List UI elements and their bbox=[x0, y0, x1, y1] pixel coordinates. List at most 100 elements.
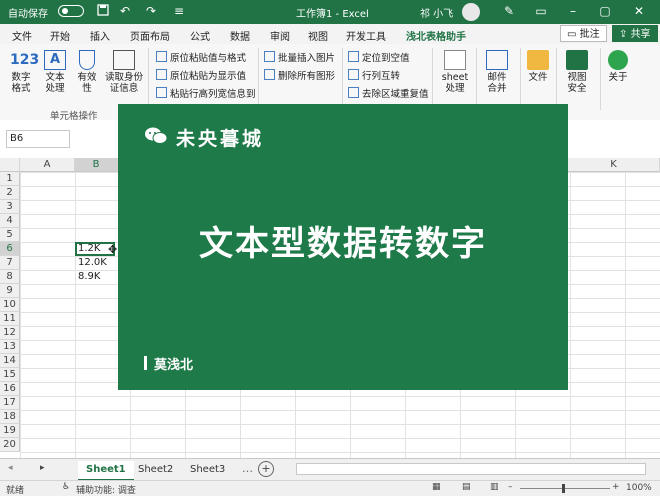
undo-icon[interactable]: ↶ bbox=[118, 4, 132, 18]
row-header[interactable]: 10 bbox=[0, 298, 20, 312]
view-security-button[interactable]: 视图安全 bbox=[560, 50, 594, 94]
zoom-slider-thumb[interactable] bbox=[562, 484, 565, 493]
column-header-k[interactable]: K bbox=[568, 158, 660, 172]
status-ready: 就绪 bbox=[6, 486, 25, 496]
tab-developer[interactable]: 开发工具 bbox=[346, 28, 386, 43]
chat-icon bbox=[608, 50, 628, 70]
title-bar: 自动保存 ↶ ↷ ≡ 工作簿1 - Excel 祁 小飞 ✎ ▭ – ▢ ✕ bbox=[0, 0, 660, 24]
column-header-a[interactable]: A bbox=[20, 158, 75, 172]
select-all-corner[interactable] bbox=[0, 158, 20, 172]
row-header[interactable]: 12 bbox=[0, 326, 20, 340]
row-header[interactable]: 13 bbox=[0, 340, 20, 354]
locate-icon bbox=[348, 51, 359, 62]
horizontal-scrollbar[interactable] bbox=[296, 463, 646, 475]
row-header[interactable]: 15 bbox=[0, 368, 20, 382]
text-icon: A bbox=[44, 50, 66, 70]
row-header[interactable]: 18 bbox=[0, 410, 20, 424]
comment-icon: ▭ bbox=[567, 29, 580, 40]
name-box[interactable]: B6 bbox=[6, 130, 70, 148]
page-break-view-icon[interactable]: ▥ bbox=[490, 482, 499, 492]
row-header[interactable]: 16 bbox=[0, 382, 20, 396]
sheet-tab-3[interactable]: Sheet3 bbox=[182, 461, 233, 479]
tab-file[interactable]: 文件 bbox=[12, 28, 32, 43]
row-header[interactable]: 1 bbox=[0, 172, 20, 186]
remove-dup-button[interactable]: 去除区域重复值 bbox=[348, 86, 429, 100]
normal-view-icon[interactable]: ▦ bbox=[432, 482, 441, 492]
cell-b7[interactable]: 12.0K bbox=[75, 256, 107, 270]
page-layout-view-icon[interactable]: ▤ bbox=[462, 482, 471, 492]
sheet-process-button[interactable]: sheet处理 bbox=[440, 50, 470, 94]
tab-formulas[interactable]: 公式 bbox=[190, 28, 210, 43]
accessibility-status[interactable]: 辅助功能: 调查 bbox=[76, 483, 136, 496]
scroll-right-icon[interactable]: ▸ bbox=[40, 463, 45, 473]
locate-empty-button[interactable]: 定位到空值 bbox=[348, 50, 410, 64]
row-col-swap-button[interactable]: 行列互转 bbox=[348, 68, 400, 82]
cursor-plus-icon: ✥ bbox=[108, 243, 118, 256]
column-header-b[interactable]: B bbox=[75, 158, 118, 172]
row-header[interactable]: 3 bbox=[0, 200, 20, 214]
paste-icon bbox=[156, 51, 167, 62]
zoom-in-icon[interactable]: + bbox=[612, 482, 620, 492]
zoom-slider[interactable] bbox=[520, 488, 610, 489]
author-name: 莫浅北 bbox=[154, 358, 194, 373]
accessibility-icon: ♿ bbox=[62, 482, 71, 492]
file-button[interactable]: 文件 bbox=[524, 50, 552, 83]
about-button[interactable]: 关于 bbox=[604, 50, 632, 83]
validity-button[interactable]: 有效性 bbox=[74, 50, 100, 94]
paste-display-button[interactable]: 原位粘贴为显示值 bbox=[156, 68, 246, 82]
text-process-button[interactable]: A 文本处理 bbox=[40, 50, 70, 94]
comment-button[interactable]: ▭ 批注 bbox=[560, 25, 607, 42]
row-header[interactable]: 14 bbox=[0, 354, 20, 368]
minimize-icon[interactable]: – bbox=[566, 4, 580, 18]
maximize-icon[interactable]: ▢ bbox=[598, 4, 612, 18]
email-merge-button[interactable]: 邮件合并 bbox=[480, 50, 514, 94]
row-header[interactable]: 5 bbox=[0, 228, 20, 242]
paste-row-height-button[interactable]: 粘贴行高列宽信息到 bbox=[156, 86, 256, 100]
share-icon: ⇪ bbox=[619, 29, 631, 40]
title-card: 未央暮城 文本型数据转数字 莫浅北 bbox=[118, 104, 568, 390]
zoom-level[interactable]: 100% bbox=[626, 483, 652, 493]
number-format-button[interactable]: 123 数字格式 bbox=[6, 50, 40, 94]
number-format-icon: 123 bbox=[10, 52, 40, 68]
paste-value-format-button[interactable]: 原位粘贴值与格式 bbox=[156, 50, 246, 64]
tab-page-layout[interactable]: 页面布局 bbox=[130, 28, 170, 43]
row-header[interactable]: 17 bbox=[0, 396, 20, 410]
insert-images-button[interactable]: 批量插入图片 bbox=[264, 50, 335, 64]
customize-icon[interactable]: ≡ bbox=[172, 4, 186, 18]
row-header[interactable]: 20 bbox=[0, 438, 20, 452]
zoom-out-icon[interactable]: – bbox=[508, 482, 513, 492]
row-header[interactable]: 4 bbox=[0, 214, 20, 228]
read-id-button[interactable]: 读取身份证信息 bbox=[104, 50, 144, 94]
row-header[interactable]: 2 bbox=[0, 186, 20, 200]
autosave-toggle[interactable] bbox=[58, 5, 84, 17]
avatar[interactable] bbox=[462, 3, 480, 21]
sheet-tab-2[interactable]: Sheet2 bbox=[130, 461, 181, 479]
tab-qianbei-helper[interactable]: 浅北表格助手 bbox=[404, 28, 468, 48]
close-icon[interactable]: ✕ bbox=[632, 4, 646, 18]
row-header[interactable]: 9 bbox=[0, 284, 20, 298]
tab-home[interactable]: 开始 bbox=[50, 28, 70, 43]
row-header[interactable]: 6 bbox=[0, 242, 20, 256]
row-header[interactable]: 11 bbox=[0, 312, 20, 326]
ribbon-display-icon[interactable]: ▭ bbox=[534, 4, 548, 18]
row-header[interactable]: 7 bbox=[0, 256, 20, 270]
tab-data[interactable]: 数据 bbox=[230, 28, 250, 43]
more-sheets-icon[interactable]: … bbox=[242, 462, 253, 475]
share-button[interactable]: ⇪ 共享 bbox=[612, 25, 658, 42]
add-sheet-icon[interactable]: + bbox=[258, 461, 274, 477]
tab-view[interactable]: 视图 bbox=[308, 28, 328, 43]
cell-b6[interactable]: 1.2K bbox=[75, 242, 100, 256]
row-header[interactable]: 19 bbox=[0, 424, 20, 438]
save-icon[interactable] bbox=[96, 4, 110, 18]
tab-review[interactable]: 审阅 bbox=[270, 28, 290, 43]
row-header[interactable]: 8 bbox=[0, 270, 20, 284]
user-name: 祁 小飞 bbox=[420, 9, 454, 20]
scroll-left-icon[interactable]: ◂ bbox=[8, 463, 13, 473]
delete-shapes-button[interactable]: 删除所有图形 bbox=[264, 68, 335, 82]
tab-insert[interactable]: 插入 bbox=[90, 28, 110, 43]
redo-icon[interactable]: ↷ bbox=[144, 4, 158, 18]
brand-name: 未央暮城 bbox=[176, 128, 265, 150]
cell-b8[interactable]: 8.9K bbox=[75, 270, 100, 284]
pen-icon[interactable]: ✎ bbox=[502, 4, 516, 18]
sheet-tab-1[interactable]: Sheet1 bbox=[78, 461, 134, 481]
